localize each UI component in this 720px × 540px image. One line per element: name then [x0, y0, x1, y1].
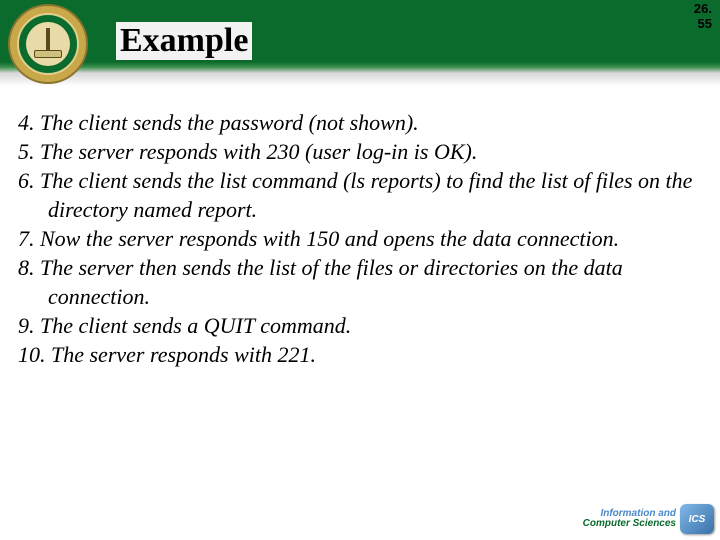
- list-item: 9. The client sends a QUIT command.: [18, 311, 702, 340]
- page-total: 55: [694, 17, 712, 32]
- logo-tower-icon: [46, 28, 50, 52]
- list-item: 8. The server then sends the list of the…: [18, 253, 702, 311]
- footer-text: Information and Computer Sciences: [583, 509, 676, 530]
- list-item: 5. The server responds with 230 (user lo…: [18, 137, 702, 166]
- ics-badge-icon: ICS: [680, 504, 714, 534]
- footer-logo: Information and Computer Sciences ICS: [583, 504, 714, 534]
- content-body: 4. The client sends the password (not sh…: [18, 108, 702, 369]
- list-item: 4. The client sends the password (not sh…: [18, 108, 702, 137]
- slide-title: Example: [116, 22, 252, 60]
- logo-book-icon: [34, 50, 62, 58]
- footer-line2: Computer Sciences: [583, 519, 676, 530]
- list-item: 10. The server responds with 221.: [18, 340, 702, 369]
- university-logo: [8, 4, 88, 84]
- list-item: 6. The client sends the list command (ls…: [18, 166, 702, 224]
- page-number: 26. 55: [694, 2, 712, 32]
- logo-mid-ring: [17, 13, 79, 75]
- slide: Example 26. 55 4. The client sends the p…: [0, 0, 720, 540]
- list-item: 7. Now the server responds with 150 and …: [18, 224, 702, 253]
- page-current: 26.: [694, 2, 712, 17]
- logo-inner: [26, 22, 70, 66]
- logo-outer-ring: [8, 4, 88, 84]
- header-bar: Example 26. 55: [0, 0, 720, 86]
